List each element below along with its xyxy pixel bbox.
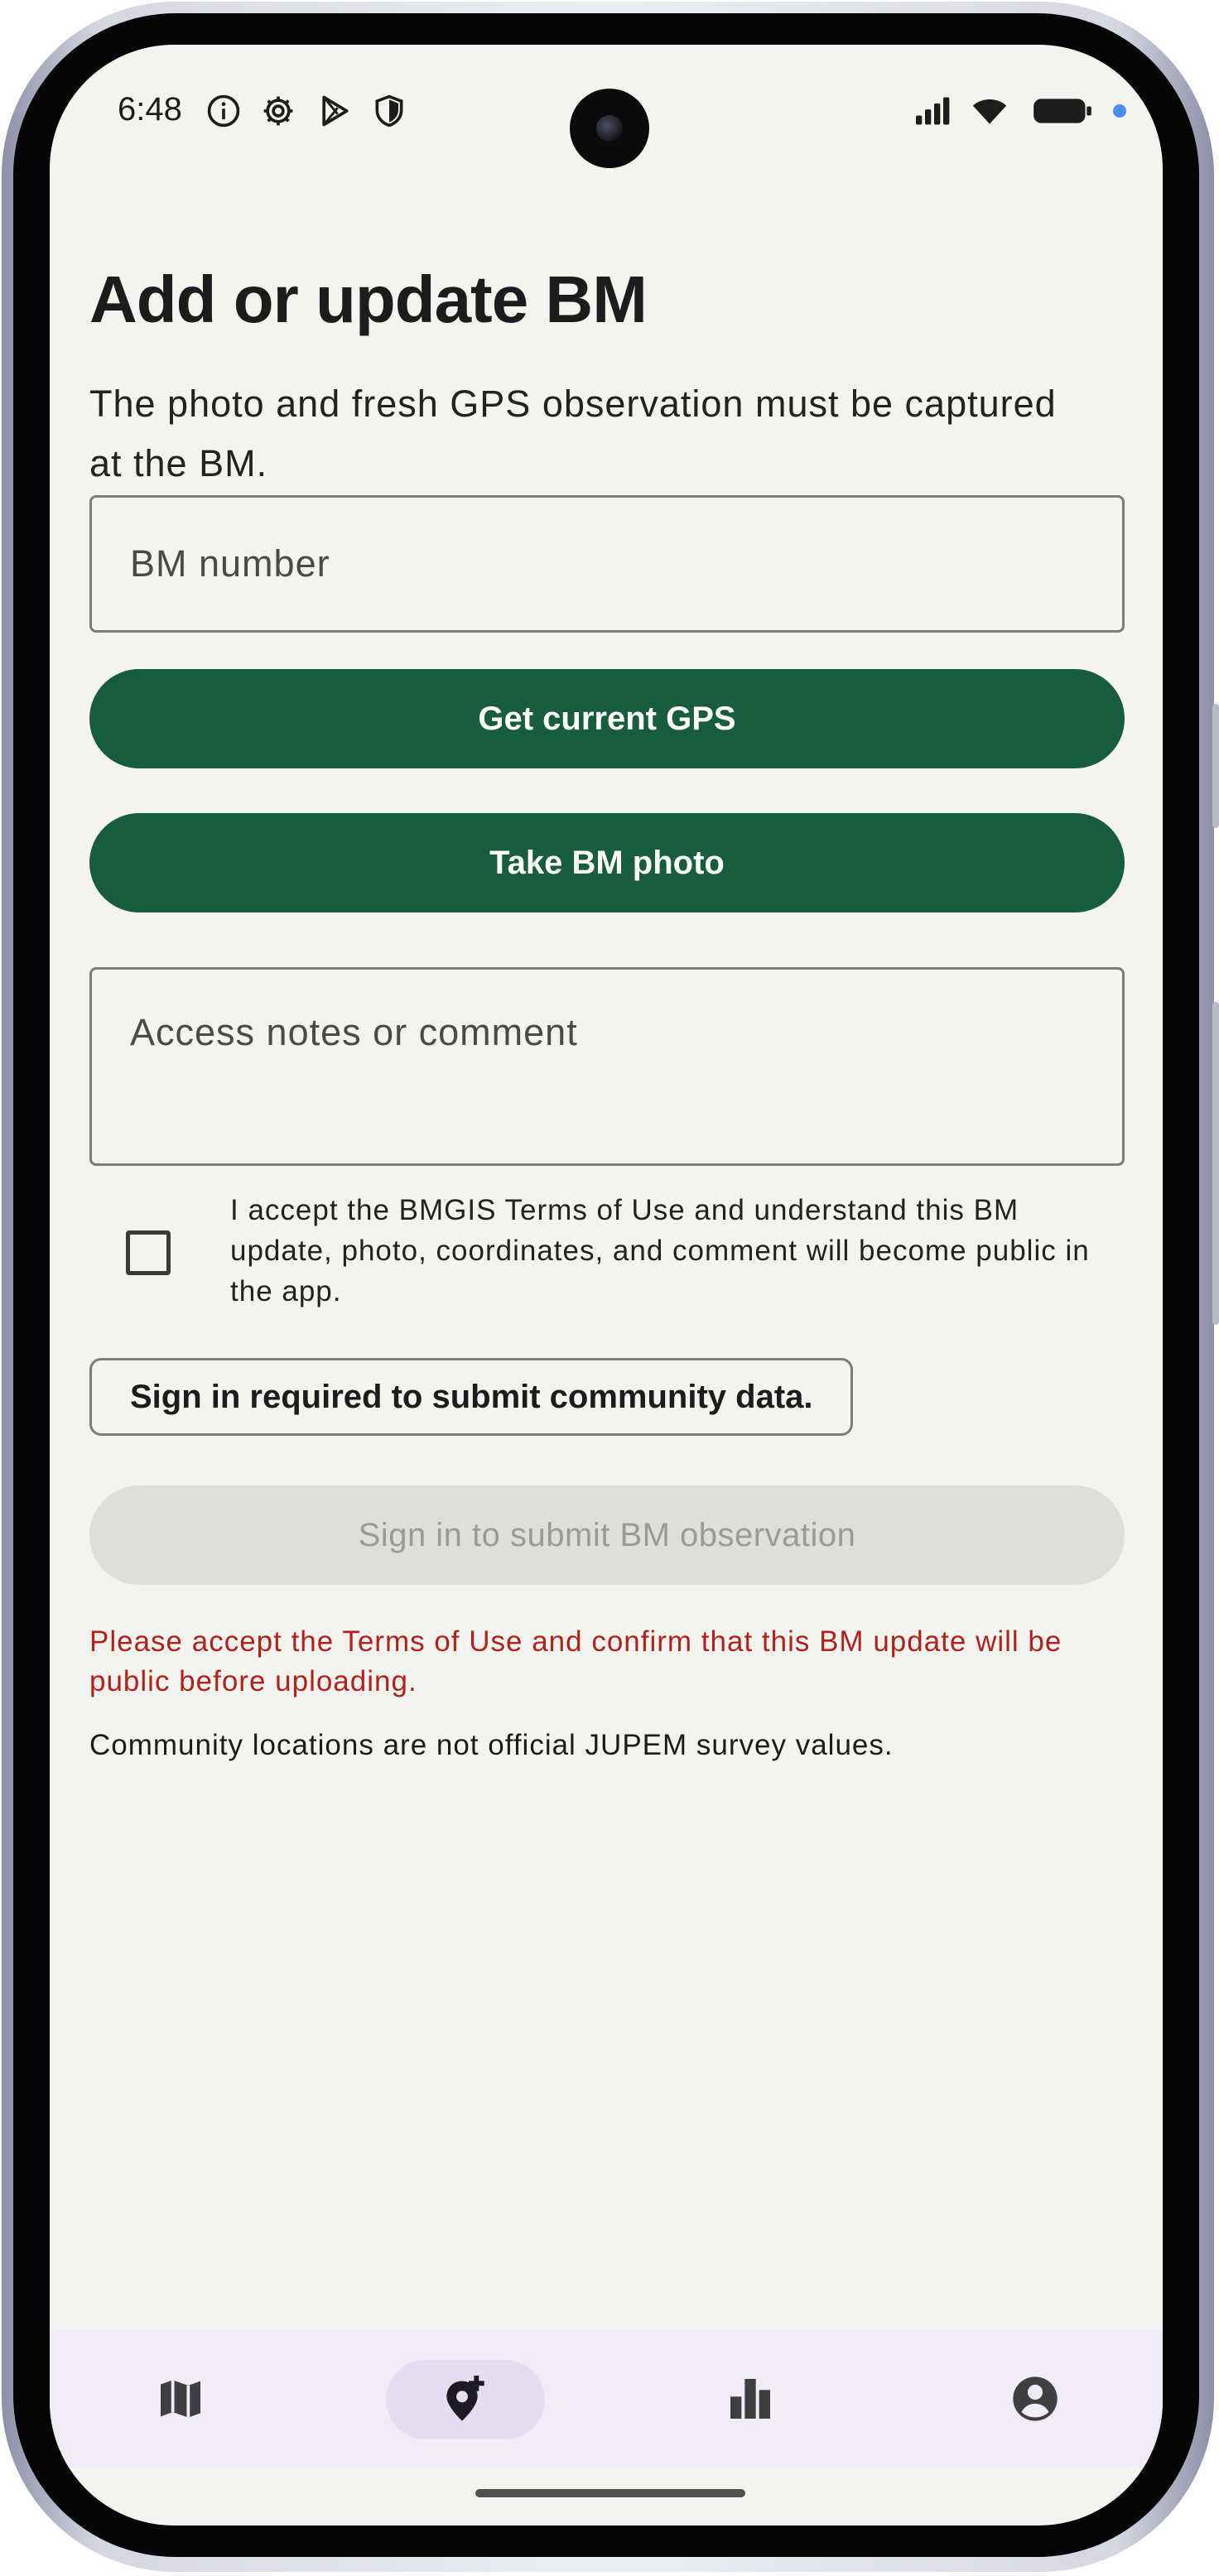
side-button-volume [1212, 1002, 1219, 1325]
notification-dot [1113, 104, 1126, 118]
signin-required-label: Sign in required to submit community dat… [130, 1378, 813, 1415]
battery-icon [1034, 99, 1091, 123]
signal-icon [916, 97, 950, 125]
access-notes-field[interactable] [89, 967, 1125, 1166]
home-indicator[interactable] [475, 2489, 745, 2497]
nav-item-stats[interactable] [667, 2330, 833, 2468]
play-store-icon [322, 95, 349, 127]
terms-checkbox[interactable] [126, 1230, 171, 1275]
page-title: Add or update BM [89, 262, 648, 336]
info-icon [207, 94, 240, 128]
bar-chart-icon [730, 2379, 770, 2419]
error-message: Please accept the Terms of Use and confi… [89, 1625, 1062, 1697]
side-button-power [1212, 704, 1219, 828]
gear-icon [263, 96, 293, 126]
account-icon [1013, 2376, 1058, 2421]
get-gps-button[interactable]: Get current GPS [89, 669, 1125, 768]
take-photo-button[interactable]: Take BM photo [89, 813, 1125, 912]
signin-required-chip[interactable]: Sign in required to submit community dat… [89, 1358, 853, 1436]
submit-observation-button[interactable]: Sign in to submit BM observation [89, 1485, 1125, 1585]
status-bar: 6:48 [50, 45, 1163, 177]
page-subtitle: The photo and fresh GPS observation must… [89, 383, 1057, 484]
status-time: 6:48 [118, 91, 182, 128]
app-screen: 6:48 Add or update BM The photo and fres… [50, 45, 1163, 2525]
terms-label: I accept the BMGIS Terms of Use and unde… [230, 1194, 1090, 1307]
bm-number-input[interactable] [89, 495, 1125, 633]
nav-item-account[interactable] [952, 2330, 1118, 2468]
submit-observation-label: Sign in to submit BM observation [358, 1516, 856, 1553]
shield-icon [375, 94, 403, 128]
wifi-icon [972, 99, 1007, 124]
nav-item-add-location[interactable] [383, 2330, 548, 2468]
nav-item-map[interactable] [98, 2330, 263, 2468]
get-gps-button-label: Get current GPS [478, 700, 736, 737]
front-camera [570, 89, 649, 168]
map-icon [161, 2380, 200, 2418]
add-location-icon [446, 2376, 484, 2421]
bottom-navigation [50, 2330, 1163, 2468]
disclaimer-note: Community locations are not official JUP… [89, 1729, 894, 1761]
take-photo-button-label: Take BM photo [489, 844, 725, 881]
